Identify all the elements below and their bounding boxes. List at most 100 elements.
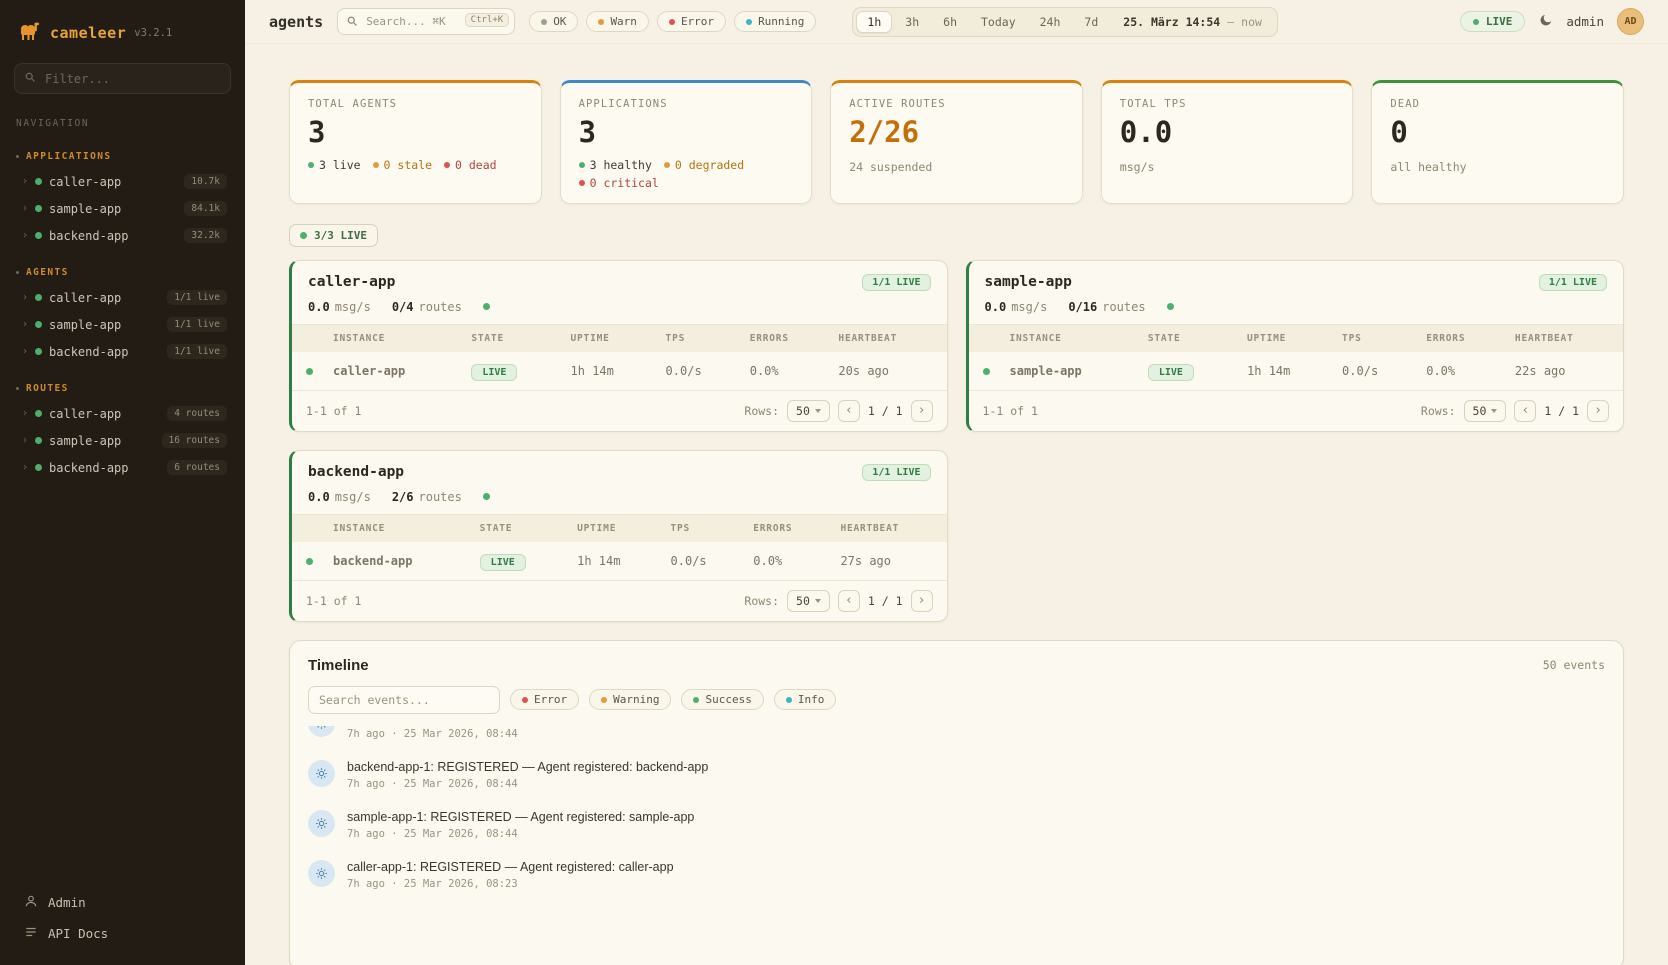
sidebar-item-routes-caller-app[interactable]: › caller-app 4 routes — [14, 400, 231, 427]
gear-icon — [308, 760, 335, 787]
section-header-applications[interactable]: APPLICATIONS — [14, 149, 231, 168]
uptime-value: 1h 14m — [567, 542, 660, 580]
time-range-24h[interactable]: 24h — [1029, 11, 1072, 33]
critical-dot — [579, 180, 585, 186]
global-search: Ctrl+K — [337, 8, 515, 35]
sidebar-section-applications: APPLICATIONS › caller-app 10.7k › sample… — [14, 149, 231, 249]
app-meta: 0.0 msg/s 0/16 routes — [969, 300, 1624, 325]
timeline-filter-warning-button[interactable]: Warning — [589, 689, 671, 710]
stat-item-text: 0 dead — [455, 158, 497, 172]
content-area: TOTAL AGENTS 3 3 live 0 stale 0 dead APP… — [245, 44, 1668, 965]
prev-page-button[interactable]: ‹ — [838, 590, 860, 612]
time-range-7d[interactable]: 7d — [1073, 11, 1109, 33]
sidebar-footer: Admin API Docs — [14, 877, 231, 965]
filter-label: Success — [705, 693, 751, 706]
rows-per-page-select[interactable]: 50 — [787, 400, 830, 422]
sidebar-item-routes-sample-app[interactable]: › sample-app 16 routes — [14, 427, 231, 454]
col-errors: ERRORS — [740, 325, 829, 352]
state-badge: LIVE — [471, 364, 517, 381]
filter-ok-button[interactable]: OK — [529, 11, 578, 32]
sidebar-item-label: caller-app — [49, 407, 121, 421]
timeline-filter-success-button[interactable]: Success — [681, 689, 763, 710]
section-header-agents[interactable]: AGENTS — [14, 265, 231, 284]
stat-card-applications: APPLICATIONS 3 3 healthy 0 degraded 0 cr… — [560, 80, 813, 204]
app-live-badge: 1/1 LIVE — [1539, 274, 1607, 291]
next-page-button[interactable]: › — [911, 590, 933, 612]
search-shortcut-kbd: Ctrl+K — [465, 13, 510, 27]
sidebar-item-applications-backend-app[interactable]: › backend-app 32.2k — [14, 222, 231, 249]
status-dot — [983, 368, 990, 375]
section-header-routes[interactable]: ROUTES — [14, 381, 231, 400]
date-range-display[interactable]: 25. März 14:54 — now — [1111, 12, 1274, 32]
apps-grid: caller-app 1/1 LIVE 0.0 msg/s 0/4 routes — [289, 260, 1624, 622]
sidebar-item-applications-sample-app[interactable]: › sample-app 84.1k — [14, 195, 231, 222]
stat-value: 3 — [308, 117, 523, 149]
page-indicator: 1 / 1 — [868, 594, 903, 608]
instances-table: INSTANCE STATE UPTIME TPS ERRORS HEARTBE… — [292, 515, 947, 580]
event-time: 7h ago · 25 Mar 2026, 08:44 — [347, 778, 708, 790]
instances-table: INSTANCE STATE UPTIME TPS ERRORS HEARTBE… — [969, 325, 1624, 390]
health-dot — [483, 303, 490, 310]
time-range-3h[interactable]: 3h — [894, 11, 930, 33]
rows-value: 50 — [1473, 404, 1487, 418]
sidebar-item-agents-backend-app[interactable]: › backend-app 1/1 live — [14, 338, 231, 365]
docs-list-icon — [24, 925, 38, 942]
app-meta: 0.0 msg/s 2/6 routes — [292, 490, 947, 515]
tps-unit: msg/s — [1011, 300, 1047, 314]
chevron-right-icon: › — [22, 230, 28, 241]
error-dot — [522, 697, 528, 703]
rows-per-page-select[interactable]: 50 — [1464, 400, 1507, 422]
top-right-cluster: LIVE admin AD — [1460, 8, 1644, 35]
sidebar-item-label: backend-app — [49, 461, 128, 475]
filter-running-button[interactable]: Running — [734, 11, 816, 32]
camel-logo-icon — [16, 18, 42, 47]
sidebar-filter-input[interactable] — [14, 63, 231, 94]
sidebar-item-agents-caller-app[interactable]: › caller-app 1/1 live — [14, 284, 231, 311]
instances-table: INSTANCE STATE UPTIME TPS ERRORS HEARTBE… — [292, 325, 947, 390]
sidebar-item-api-docs[interactable]: API Docs — [16, 918, 229, 949]
stat-card-total-agents: TOTAL AGENTS 3 3 live 0 stale 0 dead — [289, 80, 542, 204]
instance-name: backend-app — [323, 542, 470, 580]
instance-row[interactable]: sample-app LIVE 1h 14m 0.0/s 0.0% 22s ag… — [969, 352, 1624, 390]
sidebar-item-applications-caller-app[interactable]: › caller-app 10.7k — [14, 168, 231, 195]
live-indicator[interactable]: LIVE — [1460, 11, 1526, 32]
sidebar-item-routes-backend-app[interactable]: › backend-app 6 routes — [14, 454, 231, 481]
time-range-6h[interactable]: 6h — [932, 11, 968, 33]
app-live-badge: 1/1 LIVE — [862, 464, 930, 481]
filter-warn-button[interactable]: Warn — [586, 11, 649, 32]
time-range-today[interactable]: Today — [970, 11, 1027, 33]
next-page-button[interactable]: › — [1587, 400, 1609, 422]
col-uptime: UPTIME — [567, 515, 660, 542]
page-title: agents — [269, 13, 323, 31]
instance-row[interactable]: backend-app LIVE 1h 14m 0.0/s 0.0% 27s a… — [292, 542, 947, 580]
health-dot — [483, 493, 490, 500]
avatar[interactable]: AD — [1617, 8, 1644, 35]
warning-dot — [601, 697, 607, 703]
timeline-events-scroll[interactable]: caller-app-1: REGISTERED — Agent registe… — [290, 726, 1623, 938]
theme-toggle-button[interactable] — [1538, 13, 1553, 31]
search-icon — [346, 15, 358, 30]
prev-page-button[interactable]: ‹ — [838, 400, 860, 422]
next-page-button[interactable]: › — [911, 400, 933, 422]
status-dot — [306, 558, 313, 565]
chevron-right-icon: › — [22, 319, 28, 330]
filter-label: Warning — [613, 693, 659, 706]
stat-card-total-tps: TOTAL TPS 0.0 msg/s — [1101, 80, 1354, 204]
sidebar-item-agents-sample-app[interactable]: › sample-app 1/1 live — [14, 311, 231, 338]
rows-per-page-select[interactable]: 50 — [787, 590, 830, 612]
instance-row[interactable]: caller-app LIVE 1h 14m 0.0/s 0.0% 20s ag… — [292, 352, 947, 390]
filter-error-button[interactable]: Error — [657, 11, 726, 32]
sidebar-item-badge: 4 routes — [167, 406, 227, 421]
timeline-filter-info-button[interactable]: Info — [774, 689, 837, 710]
app-card-sample-app: sample-app 1/1 LIVE 0.0 msg/s 0/16 route… — [966, 260, 1625, 432]
status-filter-group: OK Warn Error Running — [529, 11, 816, 32]
stat-label: DEAD — [1390, 98, 1605, 110]
sidebar-item-admin[interactable]: Admin — [16, 887, 229, 918]
stat-item-text: 0 stale — [384, 158, 432, 172]
timeline-filter-error-button[interactable]: Error — [510, 689, 579, 710]
time-range-1h[interactable]: 1h — [856, 11, 892, 33]
prev-page-button[interactable]: ‹ — [1514, 400, 1536, 422]
status-dot — [35, 410, 42, 417]
timeline-search-input[interactable] — [308, 686, 500, 714]
col-errors: ERRORS — [1416, 325, 1505, 352]
